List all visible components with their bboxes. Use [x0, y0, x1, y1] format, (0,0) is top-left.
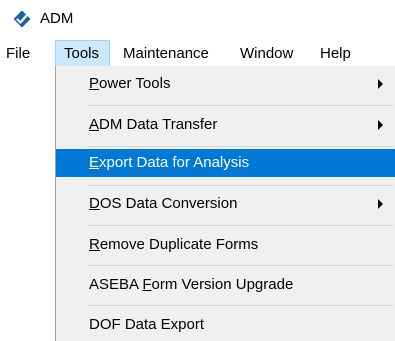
menu-tools-label: Tools	[64, 45, 100, 62]
title-bar: ADM	[0, 0, 395, 37]
menu-item-remove-duplicate-forms[interactable]: Remove Duplicate Forms	[56, 231, 395, 259]
menu-help[interactable]: Help	[320, 40, 365, 68]
menu-separator	[88, 105, 394, 106]
menu-separator	[88, 305, 394, 306]
menu-item-dof-data-export[interactable]: DOF Data Export	[56, 311, 395, 339]
menu-item-adm-data-transfer[interactable]: ADM Data Transfer	[56, 111, 395, 139]
menu-separator	[88, 265, 394, 266]
chevron-right-icon	[378, 199, 383, 209]
menu-item-label: DOF Data Export	[89, 316, 205, 333]
menu-bar: File Tools Maintenance Window Help	[0, 40, 395, 68]
chevron-right-icon	[378, 120, 383, 130]
menu-file-label: File	[6, 45, 31, 62]
menu-help-label: Help	[320, 45, 351, 62]
tools-dropdown-menu: Power Tools ADM Data Transfer Export Dat…	[55, 66, 395, 341]
menu-item-label: Remove Duplicate Forms	[89, 236, 259, 253]
menu-item-power-tools[interactable]: Power Tools	[56, 70, 395, 98]
menu-tools[interactable]: Tools	[55, 40, 110, 68]
chevron-right-icon	[378, 79, 383, 89]
menu-separator	[88, 146, 394, 147]
window-title: ADM	[40, 10, 74, 27]
menu-separator	[88, 225, 394, 226]
menu-item-label: ASEBA Form Version Upgrade	[89, 276, 294, 293]
menu-item-label: ADM Data Transfer	[89, 116, 218, 133]
menu-window-label: Window	[240, 45, 294, 62]
menu-item-label: DOS Data Conversion	[89, 195, 238, 212]
menu-file[interactable]: File	[6, 40, 42, 68]
menu-maintenance-label: Maintenance	[123, 45, 209, 62]
menu-item-label: Export Data for Analysis	[89, 154, 250, 171]
menu-item-dos-data-conversion[interactable]: DOS Data Conversion	[56, 190, 395, 218]
menu-item-label: Power Tools	[89, 75, 171, 92]
adm-logo-icon	[13, 10, 31, 28]
menu-window[interactable]: Window	[240, 40, 305, 68]
menu-maintenance[interactable]: Maintenance	[123, 40, 228, 68]
menu-item-export-data-for-analysis[interactable]: Export Data for Analysis	[56, 149, 395, 177]
menu-separator	[88, 185, 394, 186]
menu-item-aseba-form-version-upgrade[interactable]: ASEBA Form Version Upgrade	[56, 271, 395, 299]
